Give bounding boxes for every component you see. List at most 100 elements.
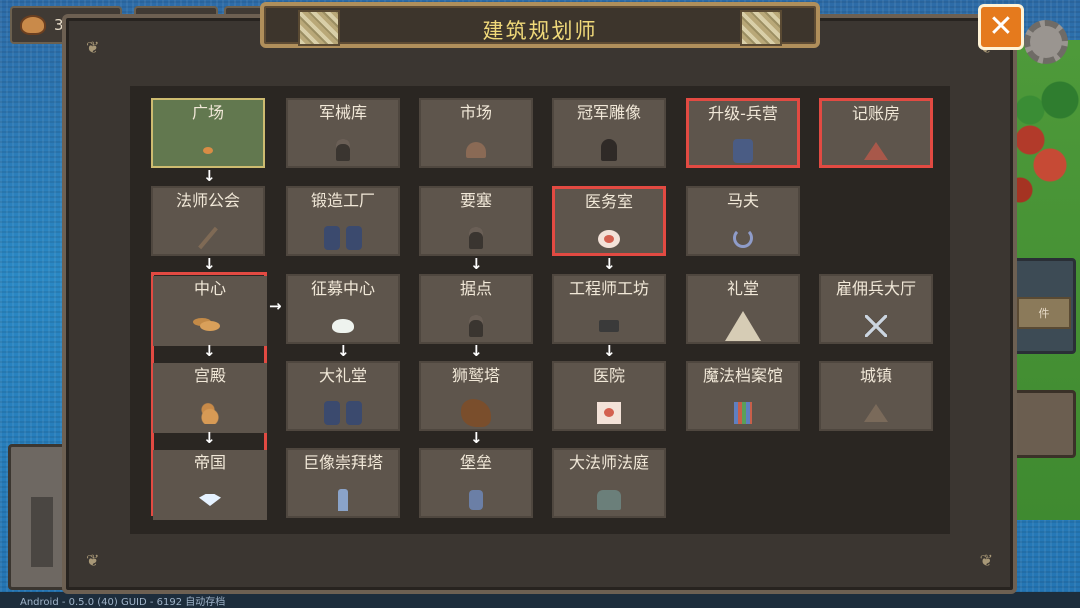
corner-ornament-icon: ❦	[86, 551, 100, 570]
building-card-upgrade-barracks[interactable]: 升级-兵营	[686, 98, 800, 168]
building-label: 雇佣兵大厅	[835, 279, 916, 298]
building-card-counting-house[interactable]: 记账房	[819, 98, 933, 168]
building-card-hospital[interactable]: 医院	[552, 361, 666, 431]
building-card-palace[interactable]: 宫殿	[153, 363, 267, 433]
building-label: 升级-兵营	[708, 104, 778, 123]
corner-ornament-icon: ❦	[979, 551, 993, 570]
castle-icon	[31, 497, 53, 567]
building-label: 征募中心	[310, 279, 375, 298]
selected-upgrade-chain: 中心 宫殿 帝国	[151, 272, 267, 520]
market-icon	[466, 142, 486, 158]
building-label: 帝国	[193, 453, 226, 472]
books-icon	[734, 402, 752, 424]
building-label: 马夫	[726, 191, 759, 210]
building-label: 宫殿	[193, 366, 226, 385]
building-label: 广场	[191, 103, 224, 122]
building-card-center[interactable]: 中心	[153, 276, 267, 346]
window-title: 建筑规划师	[482, 19, 598, 43]
building-label: 城镇	[859, 366, 892, 385]
building-card-griffin-tower[interactable]: 狮鹫塔	[419, 361, 533, 431]
guard-icon	[469, 315, 483, 337]
building-card-empire[interactable]: 帝国	[153, 450, 267, 520]
down-arrow-icon: ↓	[203, 342, 216, 360]
building-label: 要塞	[459, 191, 492, 210]
building-card-colossus-tower[interactable]: 巨像崇拜塔	[286, 448, 400, 518]
side-panel: 件	[1010, 258, 1076, 354]
bread-pile-icon	[200, 321, 220, 331]
down-arrow-icon: ↓	[203, 167, 216, 185]
coin-pile-icon	[200, 402, 220, 424]
down-arrow-icon: ↓	[470, 255, 483, 273]
fortress-icon	[469, 490, 483, 510]
build-info: Android - 0.5.0 (40) GUID - 6192 自动存档	[20, 597, 226, 608]
building-label: 医院	[592, 366, 625, 385]
dove-icon	[332, 319, 354, 333]
bread-icon	[203, 146, 213, 154]
building-card-mage-guild[interactable]: 法师公会	[151, 186, 265, 256]
building-label: 市场	[459, 103, 492, 122]
building-label: 狮鹫塔	[451, 366, 500, 385]
building-label: 工程师工坊	[568, 279, 649, 298]
building-card-forge-works[interactable]: 锻造工厂	[286, 186, 400, 256]
building-label: 冠军雕像	[576, 103, 641, 122]
building-label: 魔法档案馆	[702, 366, 783, 385]
building-label: 记账房	[851, 104, 900, 123]
gear-icon[interactable]	[1024, 20, 1068, 64]
down-arrow-icon: ↓	[203, 255, 216, 273]
building-label: 锻造工厂	[310, 191, 375, 210]
building-label: 礼堂	[726, 279, 759, 298]
down-arrow-icon: ↓	[603, 255, 616, 273]
right-arrow-icon: →	[269, 297, 282, 315]
house-icon	[864, 142, 888, 160]
building-label: 医务室	[584, 192, 633, 211]
side-panel-button[interactable]: 件	[1017, 297, 1071, 329]
building-label: 军械库	[318, 103, 367, 122]
heart-icon	[598, 230, 620, 248]
guard-icon	[469, 227, 483, 249]
status-bar: Android - 0.5.0 (40) GUID - 6192 自动存档	[0, 592, 1080, 608]
building-label: 法师公会	[175, 191, 240, 210]
building-card-archmage-court[interactable]: 大法师法庭	[552, 448, 666, 518]
building-card-fort[interactable]: 要塞	[419, 186, 533, 256]
down-arrow-icon: ↓	[470, 342, 483, 360]
building-card-mercenary-hall[interactable]: 雇佣兵大厅	[819, 274, 933, 344]
building-label: 据点	[459, 279, 492, 298]
building-card-chapel[interactable]: 礼堂	[686, 274, 800, 344]
map-scroll-icon	[740, 10, 782, 46]
building-card-stronghold[interactable]: 据点	[419, 274, 533, 344]
building-label: 大法师法庭	[568, 453, 649, 472]
building-card-stable[interactable]: 马夫	[686, 186, 800, 256]
title-banner: 建筑规划师	[260, 2, 820, 48]
building-label: 中心	[193, 279, 226, 298]
building-card-infirmary[interactable]: 医务室	[552, 186, 666, 256]
building-card-market[interactable]: 市场	[419, 98, 533, 168]
tower-icon	[338, 489, 348, 511]
building-card-grand-hall[interactable]: 大礼堂	[286, 361, 400, 431]
paladins-icon	[324, 401, 362, 425]
building-label: 大礼堂	[318, 366, 367, 385]
building-card-engineer-workshop[interactable]: 工程师工坊	[552, 274, 666, 344]
building-card-recruit-center[interactable]: 征募中心	[286, 274, 400, 344]
building-card-armory[interactable]: 军械库	[286, 98, 400, 168]
tent-button[interactable]	[1010, 390, 1076, 458]
crossed-swords-icon	[865, 315, 887, 337]
close-button[interactable]: ✕	[978, 4, 1024, 50]
griffin-icon	[461, 399, 491, 427]
building-card-champion-statue[interactable]: 冠军雕像	[552, 98, 666, 168]
building-card-bastion[interactable]: 堡垒	[419, 448, 533, 518]
building-card-town[interactable]: 城镇	[819, 361, 933, 431]
gold-icon	[20, 15, 46, 35]
building-label: 堡垒	[459, 453, 492, 472]
staff-icon	[198, 226, 218, 250]
horseshoe-icon	[733, 228, 753, 248]
knight-icon	[733, 139, 753, 163]
warriors-icon	[324, 226, 362, 250]
building-card-plaza[interactable]: 广场	[151, 98, 265, 168]
down-arrow-icon: ↓	[603, 342, 616, 360]
building-card-magic-archive[interactable]: 魔法档案馆	[686, 361, 800, 431]
altar-icon	[597, 490, 621, 510]
statue-icon	[601, 139, 617, 161]
down-arrow-icon: ↓	[337, 342, 350, 360]
monk-icon	[725, 311, 761, 341]
building-label: 巨像崇拜塔	[302, 453, 383, 472]
